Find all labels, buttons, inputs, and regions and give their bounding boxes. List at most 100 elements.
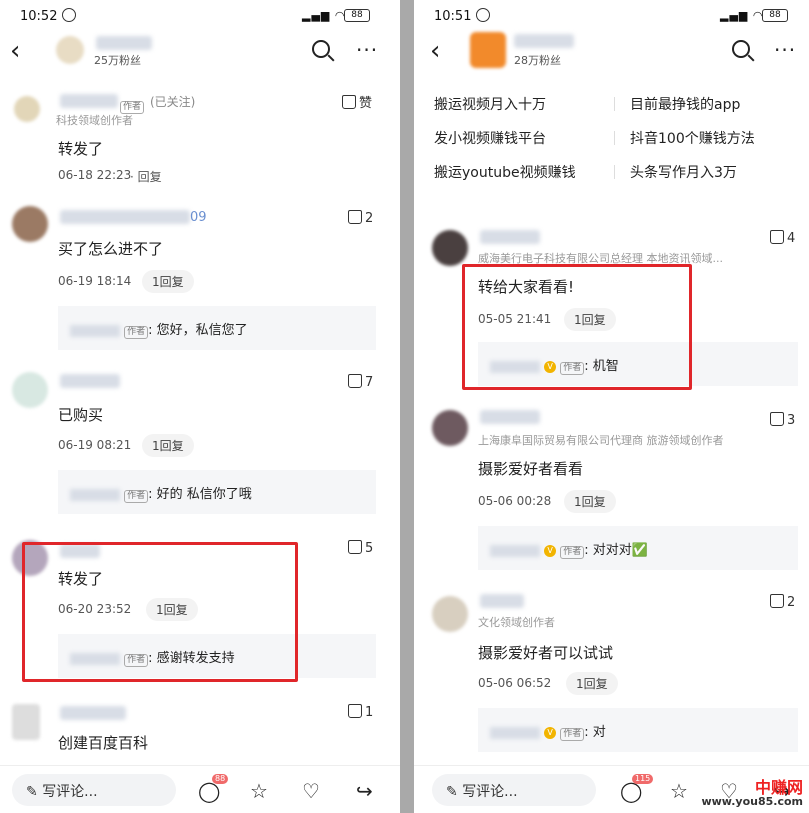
alarm-icon bbox=[476, 8, 490, 22]
commenter-role: 科技领域创作者 bbox=[56, 114, 133, 127]
search-icon[interactable] bbox=[312, 40, 330, 58]
author-tag: 作者 bbox=[124, 326, 149, 339]
avatar[interactable] bbox=[12, 206, 48, 242]
commenter-name-blurred bbox=[60, 94, 118, 108]
thumb-up-icon bbox=[348, 210, 362, 224]
thumb-up-icon bbox=[348, 540, 362, 554]
back-icon[interactable]: ‹ bbox=[10, 38, 20, 64]
commenter-role: 文化领域创作者 bbox=[478, 616, 555, 629]
commenter-name-blurred bbox=[480, 230, 540, 244]
status-time: 10:52 bbox=[20, 9, 58, 24]
status-bar: 10:52 ▂▄▆ ◠ 88 bbox=[0, 0, 400, 32]
share-icon[interactable]: ↪ bbox=[356, 779, 373, 803]
comment-date: 06-19 18:14 bbox=[58, 274, 132, 288]
more-icon[interactable]: ··· bbox=[774, 38, 796, 62]
search-icon[interactable] bbox=[732, 40, 750, 58]
avatar[interactable] bbox=[56, 36, 84, 64]
commenter-name-blurred bbox=[60, 210, 190, 224]
avatar[interactable] bbox=[12, 372, 48, 408]
reply-author-blurred bbox=[490, 544, 540, 557]
related-keyword[interactable]: 头条写作月入3万 bbox=[630, 162, 737, 182]
comment-input[interactable]: ✎ 写评论... bbox=[12, 774, 176, 806]
related-keyword[interactable]: 搬运视频月入十万 bbox=[434, 94, 546, 114]
avatar[interactable] bbox=[12, 704, 40, 740]
battery-icon: 88 bbox=[762, 9, 788, 22]
reply-text: : 您好，私信您了 bbox=[148, 323, 248, 338]
reply-count-button[interactable]: 1回复 bbox=[142, 270, 194, 293]
like-button[interactable]: 赞 bbox=[342, 92, 372, 111]
reply-preview[interactable]: V 作者: 对对对✅ bbox=[478, 526, 798, 570]
author-tag: 作者 bbox=[560, 546, 585, 559]
like-button[interactable]: 4 bbox=[770, 230, 795, 246]
reply-author-blurred bbox=[70, 324, 120, 337]
related-keyword[interactable]: 发小视频赚钱平台 bbox=[434, 128, 546, 148]
reply-author-blurred bbox=[70, 488, 120, 501]
reply-preview[interactable]: 作者: 好的 私信你了哦 bbox=[58, 470, 376, 514]
star-icon[interactable]: ☆ bbox=[250, 779, 268, 803]
watermark-url: www.you85.com bbox=[701, 795, 803, 808]
comment-date: 05-06 06:52 bbox=[478, 676, 552, 690]
comment-input[interactable]: ✎ 写评论... bbox=[432, 774, 596, 806]
avatar[interactable] bbox=[432, 410, 468, 446]
related-keyword[interactable]: 目前最挣钱的app bbox=[630, 94, 740, 114]
right-screenshot: 10:51 ▂▄▆ ◠ 88 ‹ 28万粉丝 ··· 搬运视频月入十万 目前最挣… bbox=[414, 0, 809, 813]
related-keyword[interactable]: 搬运youtube视频赚钱 bbox=[434, 162, 576, 182]
avatar[interactable] bbox=[432, 596, 468, 632]
star-icon[interactable]: ☆ bbox=[670, 779, 688, 803]
back-icon[interactable]: ‹ bbox=[430, 38, 440, 64]
comment-text: 摄影爱好者看看 bbox=[478, 460, 584, 478]
reply-text: : 对 bbox=[584, 725, 606, 740]
follow-status: (已关注) bbox=[150, 95, 196, 109]
like-button[interactable]: 5 bbox=[348, 540, 373, 556]
screen-divider bbox=[400, 0, 414, 813]
signal-icon: ▂▄▆ ◠ bbox=[302, 9, 346, 22]
pen-icon: ✎ bbox=[446, 784, 458, 800]
status-bar: 10:51 ▂▄▆ ◠ 88 bbox=[414, 0, 809, 32]
more-icon[interactable]: ··· bbox=[356, 38, 378, 62]
avatar[interactable] bbox=[432, 230, 468, 266]
like-button[interactable]: 1 bbox=[348, 704, 373, 720]
like-button[interactable]: 2 bbox=[348, 210, 373, 226]
reply-count-button[interactable]: 1回复 bbox=[564, 490, 616, 513]
fans-count: 28万粉丝 bbox=[514, 54, 561, 67]
commenter-name-blurred bbox=[60, 374, 120, 388]
commenter-name-blurred bbox=[60, 706, 126, 720]
commenter-name-suffix: 09 bbox=[190, 210, 207, 225]
comment-text: 转发了 bbox=[58, 140, 104, 158]
avatar[interactable] bbox=[470, 32, 506, 68]
thumb-up-icon bbox=[348, 704, 362, 718]
reply-count-button[interactable]: 1回复 bbox=[566, 672, 618, 695]
comment-text: 已购买 bbox=[58, 406, 104, 424]
author-name-blurred bbox=[514, 34, 574, 48]
bottom-bar: ✎ 写评论... ◯ 88 ☆ ♡ ↪ bbox=[0, 765, 400, 813]
vip-icon: V bbox=[544, 726, 557, 739]
keyword-separator bbox=[614, 131, 615, 145]
keyword-separator bbox=[614, 165, 615, 179]
reply-link[interactable]: · 回复 bbox=[130, 168, 162, 185]
vip-icon: V bbox=[544, 544, 557, 557]
avatar[interactable] bbox=[14, 96, 40, 122]
status-time: 10:51 bbox=[434, 9, 472, 24]
thumb-up-icon bbox=[770, 594, 784, 608]
author-tag: 作者 bbox=[120, 94, 145, 114]
author-name-blurred bbox=[96, 36, 152, 50]
commenter-name-blurred bbox=[480, 410, 540, 424]
comment-count-badge: 88 bbox=[212, 774, 229, 784]
like-button[interactable]: 3 bbox=[770, 412, 795, 428]
thumb-up-icon bbox=[770, 230, 784, 244]
thumb-up-icon[interactable]: ♡ bbox=[302, 779, 320, 803]
reply-preview[interactable]: 作者: 您好，私信您了 bbox=[58, 306, 376, 350]
reply-count-button[interactable]: 1回复 bbox=[142, 434, 194, 457]
like-button[interactable]: 2 bbox=[770, 594, 795, 610]
related-keyword[interactable]: 抖音100个赚钱方法 bbox=[630, 128, 755, 148]
comment-count-badge: 115 bbox=[632, 774, 654, 784]
like-button[interactable]: 7 bbox=[348, 374, 373, 390]
comment-text: 买了怎么进不了 bbox=[58, 240, 164, 258]
comment-date: 05-06 00:28 bbox=[478, 494, 552, 508]
highlight-box bbox=[462, 264, 692, 390]
reply-text: : 对对对✅ bbox=[584, 543, 648, 558]
reply-preview[interactable]: V 作者: 对 bbox=[478, 708, 798, 752]
reply-text: : 好的 私信你了哦 bbox=[148, 487, 252, 502]
comment-date: 06-18 22:23 bbox=[58, 168, 132, 182]
commenter-role: 上海康阜国际贸易有限公司代理商 旅游领域创作者 bbox=[478, 434, 724, 447]
